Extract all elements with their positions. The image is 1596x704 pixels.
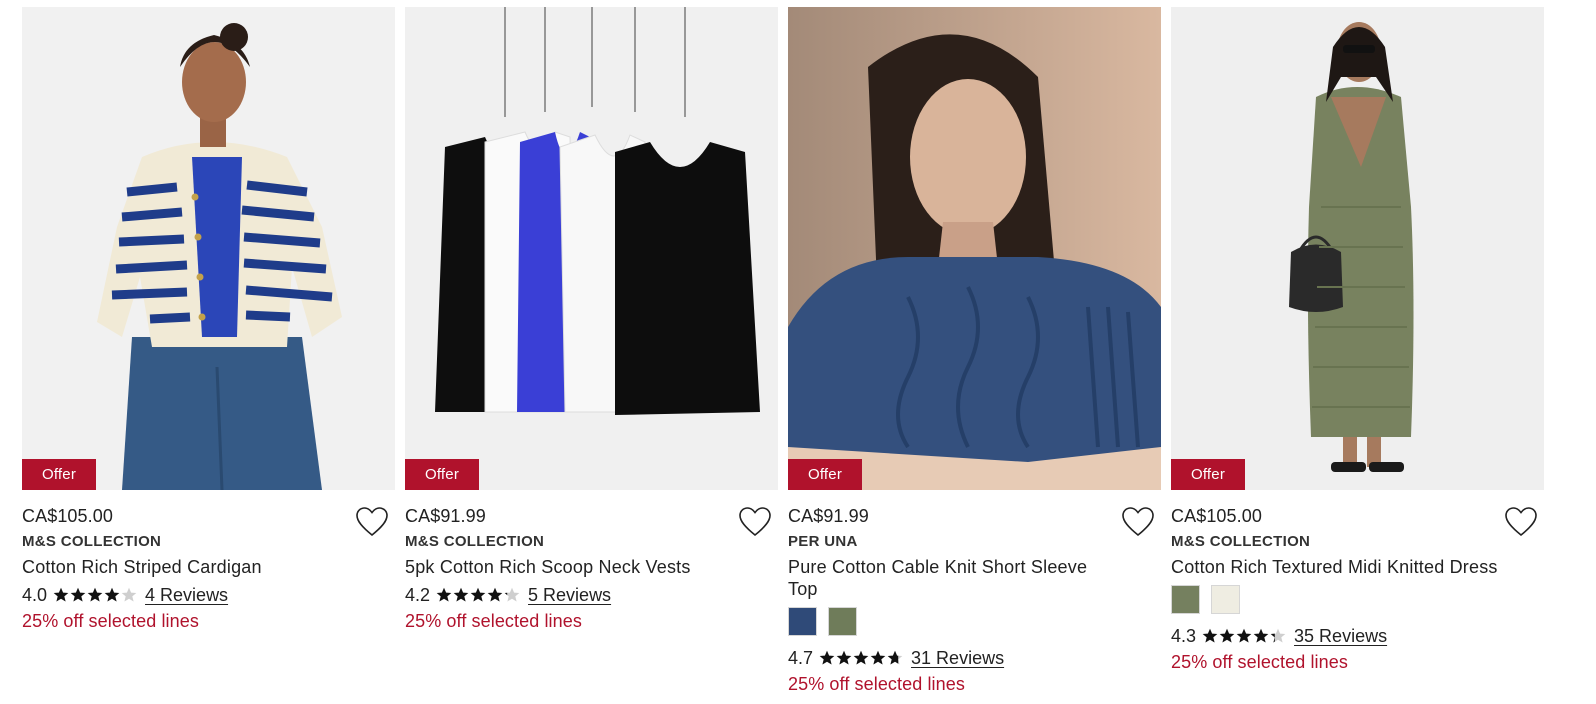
rating-stars <box>436 587 520 603</box>
product-info: CA$91.99 PER UNA Pure Cotton Cable Knit … <box>788 490 1161 695</box>
color-swatch[interactable] <box>1171 585 1200 614</box>
promo-text: 25% off selected lines <box>788 674 965 694</box>
product-price: CA$105.00 <box>1171 506 1262 526</box>
product-card: Offer CA$105.00 M&S COLLECTION Cotton Ri… <box>22 7 395 704</box>
product-title[interactable]: 5pk Cotton Rich Scoop Neck Vests <box>405 556 735 578</box>
star-icon <box>104 587 120 602</box>
rating-score: 4.7 <box>788 647 814 668</box>
product-brand: M&S COLLECTION <box>405 533 545 550</box>
star-icon <box>70 587 86 602</box>
star-icon <box>870 650 886 665</box>
offer-badge: Offer <box>22 459 96 490</box>
rating-score: 4.2 <box>405 584 431 605</box>
product-card: Offer CA$91.99 PER UNA Pure Cotton Cable… <box>788 7 1161 704</box>
product-price: CA$105.00 <box>22 506 113 526</box>
product-title[interactable]: Cotton Rich Textured Midi Knitted Dress <box>1171 556 1501 578</box>
star-icon <box>853 650 869 665</box>
wishlist-heart-icon[interactable] <box>738 506 772 538</box>
product-card: Offer CA$105.00 M&S COLLECTION Cotton Ri… <box>1171 7 1544 704</box>
reviews-link[interactable]: 4 Reviews <box>145 585 228 606</box>
product-price: CA$91.99 <box>788 506 869 526</box>
rating-row: 4.0 4 Reviews <box>22 584 395 606</box>
promo-text: 25% off selected lines <box>22 611 199 631</box>
star-icon <box>819 650 835 665</box>
star-icon <box>453 587 469 602</box>
rating-stars <box>1202 628 1286 644</box>
product-title[interactable]: Pure Cotton Cable Knit Short Sleeve Top <box>788 556 1118 600</box>
product-info: CA$105.00 M&S COLLECTION Cotton Rich Str… <box>22 490 395 632</box>
product-photo-cardigan <box>22 7 395 490</box>
reviews-link[interactable]: 35 Reviews <box>1294 626 1387 647</box>
product-photo-vests <box>405 7 778 490</box>
offer-badge: Offer <box>405 459 479 490</box>
rating-stars <box>819 650 903 666</box>
star-icon <box>1202 628 1218 643</box>
star-icon <box>1270 628 1286 643</box>
product-brand: PER UNA <box>788 533 858 550</box>
product-image[interactable]: Offer <box>788 7 1161 490</box>
color-swatches <box>788 607 1161 638</box>
offer-badge: Offer <box>1171 459 1245 490</box>
color-swatch[interactable] <box>788 607 817 636</box>
rating-stars <box>53 587 137 603</box>
star-icon <box>436 587 452 602</box>
rating-score: 4.0 <box>22 584 48 605</box>
rating-score: 4.3 <box>1171 625 1197 646</box>
product-info: CA$105.00 M&S COLLECTION Cotton Rich Tex… <box>1171 490 1544 673</box>
rating-row: 4.2 5 Reviews <box>405 584 778 606</box>
wishlist-heart-icon[interactable] <box>1504 506 1538 538</box>
product-price: CA$91.99 <box>405 506 486 526</box>
star-icon <box>1236 628 1252 643</box>
reviews-link[interactable]: 31 Reviews <box>911 648 1004 669</box>
color-swatch[interactable] <box>1211 585 1240 614</box>
product-brand: M&S COLLECTION <box>1171 533 1311 550</box>
promo-text: 25% off selected lines <box>405 611 582 631</box>
product-grid: Offer CA$105.00 M&S COLLECTION Cotton Ri… <box>22 7 1574 704</box>
rating-row: 4.3 35 Reviews <box>1171 625 1544 647</box>
star-icon <box>1253 628 1269 643</box>
wishlist-heart-icon[interactable] <box>1121 506 1155 538</box>
star-icon <box>1219 628 1235 643</box>
product-card: Offer CA$91.99 M&S COLLECTION 5pk Cotton… <box>405 7 778 704</box>
product-title[interactable]: Cotton Rich Striped Cardigan <box>22 556 352 578</box>
star-icon <box>836 650 852 665</box>
color-swatches <box>1171 585 1544 616</box>
product-image[interactable]: Offer <box>1171 7 1544 490</box>
product-image[interactable]: Offer <box>405 7 778 490</box>
product-photo-midi-dress <box>1171 7 1544 490</box>
rating-row: 4.7 31 Reviews <box>788 647 1161 669</box>
star-icon <box>53 587 69 602</box>
star-icon <box>487 587 503 602</box>
reviews-link[interactable]: 5 Reviews <box>528 585 611 606</box>
star-icon <box>887 650 903 665</box>
color-swatch[interactable] <box>828 607 857 636</box>
star-icon <box>87 587 103 602</box>
product-photo-cable-knit <box>788 7 1161 490</box>
offer-badge: Offer <box>788 459 862 490</box>
product-image[interactable]: Offer <box>22 7 395 490</box>
star-icon <box>470 587 486 602</box>
star-icon <box>504 587 520 602</box>
wishlist-heart-icon[interactable] <box>355 506 389 538</box>
promo-text: 25% off selected lines <box>1171 652 1348 672</box>
product-brand: M&S COLLECTION <box>22 533 162 550</box>
product-info: CA$91.99 M&S COLLECTION 5pk Cotton Rich … <box>405 490 778 632</box>
star-icon <box>121 587 137 602</box>
